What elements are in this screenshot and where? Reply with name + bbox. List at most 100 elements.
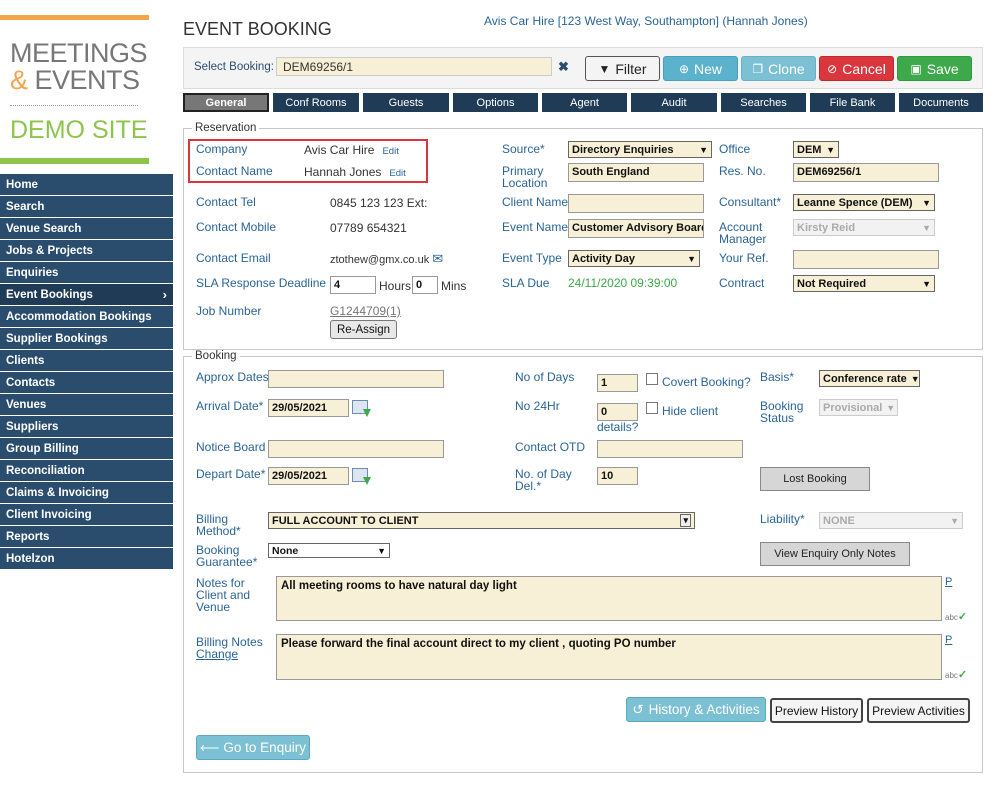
hide-client-label: Hide client xyxy=(662,404,719,418)
nav-item-home[interactable]: Home xyxy=(0,174,173,195)
preview-activities-button[interactable]: Preview Activities xyxy=(867,698,970,723)
sla-due-value: 24/11/2020 09:39:00 xyxy=(568,276,678,290)
clone-button[interactable]: ❐ Clone xyxy=(741,56,816,81)
sla-hours-input[interactable]: 4 xyxy=(330,276,376,294)
hide-client-checkbox[interactable] xyxy=(646,402,658,414)
arrow-left-icon: ⟵ xyxy=(200,739,220,755)
your-ref-input[interactable] xyxy=(793,250,939,269)
source-select[interactable]: Directory Enquiries ▼ xyxy=(568,141,712,158)
cancel-label: Cancel xyxy=(842,60,886,77)
nav-item-enquiries[interactable]: Enquiries xyxy=(0,262,173,283)
lost-booking-button[interactable]: Lost Booking xyxy=(760,467,870,491)
booking-status-select[interactable]: Provisional ▼ xyxy=(819,399,898,416)
view-enquiry-notes-button[interactable]: View Enquiry Only Notes xyxy=(760,542,910,566)
office-select[interactable]: DEM ▼ xyxy=(793,141,839,158)
billing-method-select[interactable]: FULL ACCOUNT TO CLIENT ▾ xyxy=(268,512,695,529)
basis-select[interactable]: Conference rate ▼ xyxy=(819,370,920,387)
contract-select[interactable]: Not Required ▼ xyxy=(793,275,935,292)
tab-options[interactable]: Options xyxy=(453,93,538,112)
res-no-input[interactable]: DEM69256/1 xyxy=(793,163,939,182)
nav-item-accommodation-bookings[interactable]: Accommodation Bookings xyxy=(0,306,173,327)
go-to-enquiry-button[interactable]: ⟵ Go to Enquiry xyxy=(196,735,310,760)
tab-guests[interactable]: Guests xyxy=(363,93,449,112)
covert-booking-checkbox[interactable] xyxy=(646,373,658,385)
notice-board-input[interactable] xyxy=(268,440,444,458)
no-of-days-input[interactable]: 1 xyxy=(597,374,638,392)
notes-textarea[interactable]: All meeting rooms to have natural day li… xyxy=(276,576,942,621)
event-type-value: Activity Day xyxy=(572,252,635,265)
nav-item-supplier-bookings[interactable]: Supplier Bookings xyxy=(0,328,173,349)
filter-button[interactable]: ▼ Filter xyxy=(585,56,660,81)
billing-method-label: Billing Method* xyxy=(196,513,241,537)
nav-item-hotelzon[interactable]: Hotelzon xyxy=(0,548,173,569)
clear-icon[interactable]: ✖ xyxy=(558,59,569,75)
approx-dates-input[interactable] xyxy=(268,370,444,388)
nav-item-group-billing[interactable]: Group Billing xyxy=(0,438,173,459)
event-name-input[interactable]: Customer Advisory Board xyxy=(568,219,704,238)
no-24hr-input[interactable]: 0 xyxy=(597,403,638,421)
primary-location-input[interactable]: South England xyxy=(568,163,704,182)
nav-item-event-bookings[interactable]: Event Bookings › xyxy=(0,284,173,305)
client-name-input[interactable] xyxy=(568,194,704,213)
tab-documents[interactable]: Documents xyxy=(899,93,983,112)
contact-name-edit-link[interactable]: Edit xyxy=(389,168,405,179)
nav-item-suppliers[interactable]: Suppliers xyxy=(0,416,173,437)
tab-file-bank[interactable]: File Bank xyxy=(810,93,895,112)
sla-mins-input[interactable]: 0 xyxy=(412,276,438,294)
nav-item-client-invoicing[interactable]: Client Invoicing xyxy=(0,504,173,525)
chevron-down-icon: ▼ xyxy=(922,197,931,208)
nav-item-venue-search[interactable]: Venue Search xyxy=(0,218,173,239)
booking-guarantee-select[interactable]: None ▼ xyxy=(268,543,390,558)
reassign-button[interactable]: Re-Assign xyxy=(330,320,397,339)
calendar-icon[interactable] xyxy=(352,400,368,414)
nav-item-reconciliation[interactable]: Reconciliation xyxy=(0,460,173,481)
liability-select[interactable]: NONE ▼ xyxy=(819,512,963,529)
spellcheck-text: abc xyxy=(945,671,958,680)
tab-general[interactable]: General xyxy=(183,93,269,112)
booking-context: Avis Car Hire [123 West Way, Southampton… xyxy=(484,14,808,28)
chevron-down-icon: ▼ xyxy=(922,222,931,233)
new-button[interactable]: ⊕ New xyxy=(663,56,738,81)
logo-events: & EVENTS xyxy=(10,65,140,96)
contact-otd-input[interactable] xyxy=(597,440,743,458)
nav-item-jobs-projects[interactable]: Jobs & Projects xyxy=(0,240,173,261)
account-manager-select[interactable]: Kirsty Reid ▼ xyxy=(793,219,935,236)
job-number-link[interactable]: G1244709(1) xyxy=(330,304,401,318)
envelope-icon[interactable]: ✉ xyxy=(432,251,443,266)
tab-bar: General Conf Rooms Guests Options Agent … xyxy=(183,93,983,112)
booking-guarantee-label-2: Guarantee* xyxy=(196,555,258,569)
preview-history-button[interactable]: Preview History xyxy=(770,698,863,723)
notes-p-link[interactable]: P xyxy=(945,576,952,588)
notes-label: Notes for Client and Venue xyxy=(196,577,250,613)
tab-agent[interactable]: Agent xyxy=(542,93,627,112)
depart-date-input[interactable]: 29/05/2021 xyxy=(268,467,349,485)
consultant-select[interactable]: Leanne Spence (DEM) ▼ xyxy=(793,194,935,211)
chevron-down-icon: ▼ xyxy=(886,402,896,413)
save-button[interactable]: ▣ Save xyxy=(897,56,972,81)
company-edit-link[interactable]: Edit xyxy=(382,146,398,157)
arrival-date-input[interactable]: 29/05/2021 xyxy=(268,399,349,417)
contact-email-label: Contact Email xyxy=(196,251,271,265)
tab-conf-rooms[interactable]: Conf Rooms xyxy=(273,93,359,112)
billing-notes-p-link[interactable]: P xyxy=(945,634,952,646)
billing-notes-textarea[interactable]: Please forward the final account direct … xyxy=(276,634,942,680)
tab-audit[interactable]: Audit xyxy=(631,93,717,112)
billing-notes-change-link[interactable]: Change xyxy=(196,648,238,660)
spellcheck-icon[interactable]: abc✓ xyxy=(945,668,967,681)
nav-item-search[interactable]: Search xyxy=(0,196,173,217)
tab-searches[interactable]: Searches xyxy=(721,93,806,112)
nav-item-claims-invoicing[interactable]: Claims & Invoicing xyxy=(0,482,173,503)
spellcheck-icon[interactable]: abc✓ xyxy=(945,610,967,623)
consultant-value: Leanne Spence (DEM) xyxy=(797,196,913,209)
calendar-icon[interactable] xyxy=(352,468,368,482)
day-del-input[interactable]: 10 xyxy=(597,467,638,485)
cancel-button[interactable]: ⊘ Cancel xyxy=(819,56,894,81)
nav-item-contacts[interactable]: Contacts xyxy=(0,372,173,393)
nav-item-clients[interactable]: Clients xyxy=(0,350,173,371)
nav-item-venues[interactable]: Venues xyxy=(0,394,173,415)
select-booking-input[interactable]: DEM69256/1 xyxy=(276,57,552,76)
history-activities-button[interactable]: ↺ History & Activities xyxy=(626,697,766,722)
nav-item-reports[interactable]: Reports xyxy=(0,526,173,547)
chevron-down-icon: ▾ xyxy=(680,514,691,527)
event-type-select[interactable]: Activity Day ▼ xyxy=(568,250,700,267)
